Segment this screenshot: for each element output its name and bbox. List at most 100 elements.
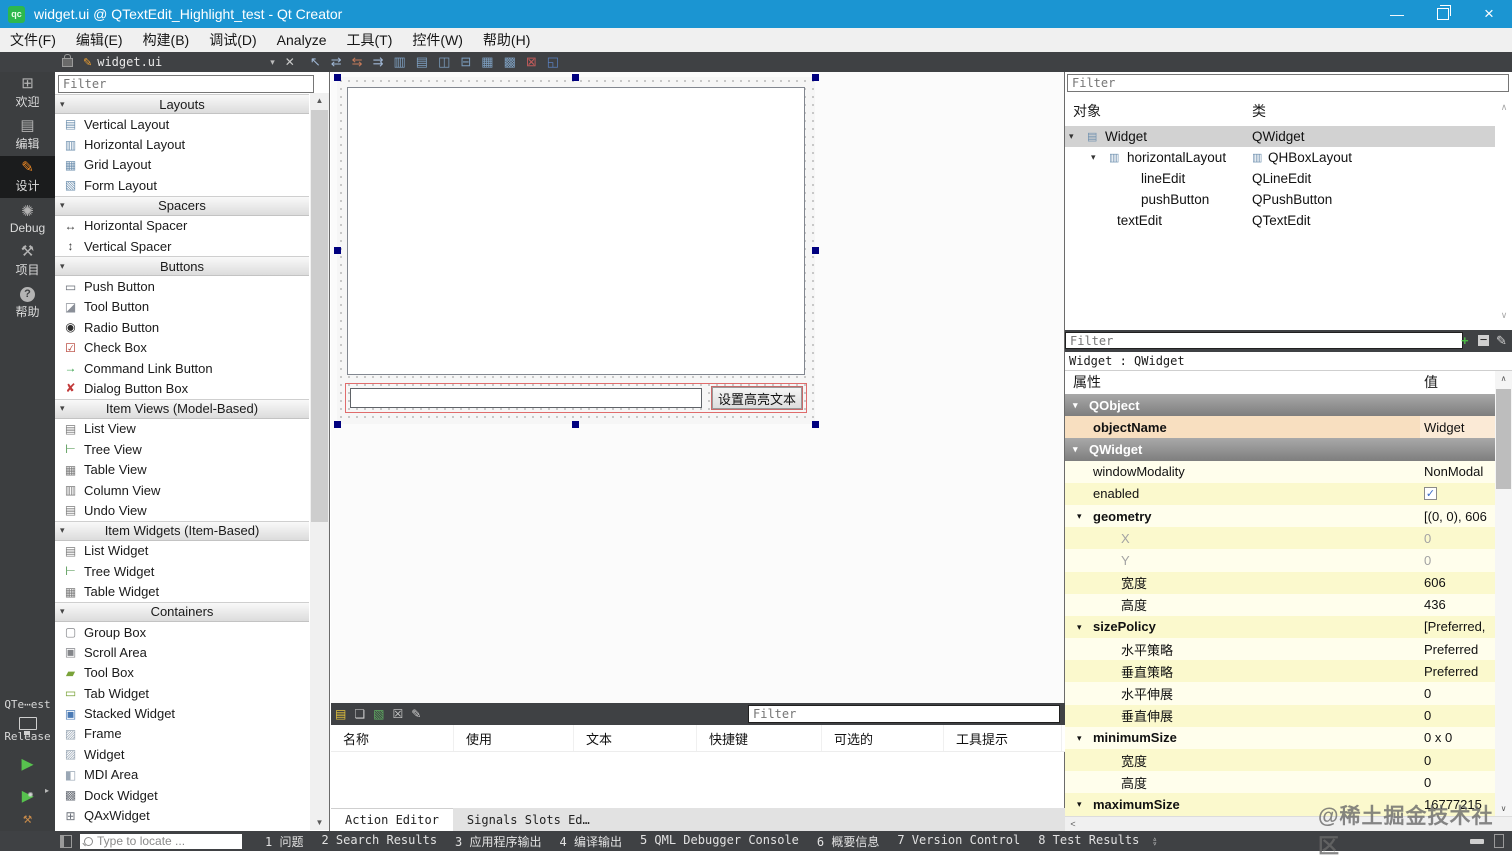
widget-item-command-link-button[interactable]: → Command Link Button [55, 357, 309, 379]
property-value[interactable]: NonModal [1420, 460, 1495, 483]
run-button[interactable]: ▶ [21, 751, 33, 775]
property-row-objectName[interactable]: objectName Widget [1065, 416, 1495, 439]
property-value[interactable]: 606 [1420, 571, 1495, 594]
section-header-4[interactable]: ▾ Item Widgets (Item-Based) [55, 520, 309, 541]
menu-item-5[interactable]: 工具(T) [336, 28, 402, 52]
property-value[interactable]: Widget [1420, 416, 1495, 439]
close-button[interactable]: × [1466, 0, 1512, 28]
action-editor-filter-input[interactable] [748, 705, 1060, 723]
scroll-down-icon[interactable]: ∨ [1497, 310, 1511, 321]
property-row-enabled[interactable]: enabled ✓ [1065, 482, 1495, 505]
restore-button[interactable] [1420, 0, 1466, 28]
widget-item-tool-box[interactable]: ▰ Tool Box [55, 662, 309, 683]
output-pane-8[interactable]: 8 Test Results [1029, 833, 1148, 850]
layout-split-vertical-icon[interactable]: ⊟ [460, 53, 471, 71]
scroll-down-icon[interactable]: ▼ [310, 815, 329, 830]
widget-item-group-box[interactable]: ▢ Group Box [55, 621, 309, 643]
form-editor-canvas[interactable]: 设置高亮文本 [331, 72, 1065, 703]
widget-item-grid-layout[interactable]: ▦ Grid Layout [55, 154, 309, 176]
action-column-4[interactable]: 可选的 [822, 725, 944, 751]
output-pane-1[interactable]: 1 问题 [256, 833, 312, 850]
section-header-0[interactable]: ▾ Layouts [55, 94, 309, 114]
output-pane-3[interactable]: 3 应用程序输出 [446, 833, 550, 850]
property-row-QObject[interactable]: ▾ QObject [1065, 394, 1495, 417]
widget-item-check-box[interactable]: ☑ Check Box [55, 337, 309, 358]
layout-split-horizontal-icon[interactable]: ◫ [438, 53, 450, 71]
pane-updown-icon[interactable]: ▵ ▿ [1152, 835, 1157, 848]
property-row-sizePolicy[interactable]: sizePolicy ▾ [Preferred, [1065, 615, 1495, 639]
layout-horizontal-icon[interactable]: ▥ [393, 53, 405, 71]
scroll-up-icon[interactable]: ▲ [310, 93, 329, 108]
action-column-5[interactable]: 工具提示 [944, 725, 1062, 751]
property-row-geometry[interactable]: geometry ▾ [(0, 0), 606 [1065, 504, 1495, 528]
widget-item-list-widget[interactable]: ▤ List Widget [55, 540, 309, 562]
selection-handle[interactable] [812, 247, 819, 254]
minimize-button[interactable]: — [1374, 0, 1420, 28]
widget-item-push-button[interactable]: ▭ Push Button [55, 276, 309, 297]
property-value[interactable]: 0 [1420, 771, 1495, 794]
menu-item-4[interactable]: Analyze [267, 28, 337, 52]
widget-item-dialog-button-box[interactable]: ✘ Dialog Button Box [55, 378, 309, 399]
edit-action-icon[interactable]: ❏ [354, 707, 365, 721]
new-action-icon[interactable]: ▤ [335, 707, 346, 721]
widget-item-horizontal-layout[interactable]: ▥ Horizontal Layout [55, 134, 309, 155]
section-header-3[interactable]: ▾ Item Views (Model-Based) [55, 398, 309, 419]
widget-item-tab-widget[interactable]: ▭ Tab Widget [55, 682, 309, 704]
widget-item-tree-widget[interactable]: ⊢ Tree Widget [55, 561, 309, 582]
chevron-down-icon[interactable]: ▾ [1077, 622, 1082, 633]
widget-item-dock-widget[interactable]: ▩ Dock Widget [55, 784, 309, 806]
inspector-row-lineEdit[interactable]: lineEdit QLineEdit [1065, 168, 1495, 189]
output-pane-4[interactable]: 4 编译输出 [551, 833, 631, 850]
selection-handle[interactable] [334, 247, 341, 254]
selection-handle[interactable] [572, 74, 579, 81]
property-value[interactable]: 0 [1420, 549, 1495, 572]
widget-item-mdi-area[interactable]: ◧ MDI Area [55, 764, 309, 785]
menu-item-3[interactable]: 调试(D) [199, 28, 266, 52]
textedit-widget[interactable] [347, 87, 805, 375]
layout-grid-icon[interactable]: ▦ [481, 53, 493, 71]
property-row-X[interactable]: X0 [1065, 527, 1495, 550]
inspector-row-pushButton[interactable]: pushButton QPushButton [1065, 189, 1495, 210]
checkbox-checked-icon[interactable]: ✓ [1424, 487, 1437, 501]
menu-item-2[interactable]: 构建(B) [133, 28, 200, 52]
kit-monitor-icon[interactable] [18, 717, 37, 733]
delete-action-icon[interactable]: ☒ [392, 707, 403, 721]
configure-property-editor-icon[interactable]: ✎ [1496, 333, 1507, 349]
property-row-宽度[interactable]: 宽度 0 [1065, 749, 1495, 772]
object-inspector-filter-input[interactable] [1067, 74, 1509, 92]
mode-编辑[interactable]: ▤ 编辑 [0, 114, 55, 156]
inspector-row-textEdit[interactable]: textEdit QTextEdit [1065, 210, 1495, 231]
menu-item-6[interactable]: 控件(W) [402, 28, 473, 52]
property-value[interactable]: [(0, 0), 606 [1420, 504, 1495, 528]
widget-item-vertical-spacer[interactable]: ↕ Vertical Spacer [55, 235, 309, 257]
property-value[interactable]: Preferred [1420, 638, 1495, 661]
property-value[interactable]: 0 [1420, 527, 1495, 550]
edit-buddies-icon[interactable]: ⇆ [352, 53, 363, 71]
form-widget[interactable]: 设置高亮文本 [337, 77, 815, 424]
section-header-5[interactable]: ▾ Containers [55, 601, 309, 622]
menu-item-0[interactable]: 文件(F) [0, 28, 66, 52]
chevron-down-icon[interactable]: ▾ [1077, 511, 1082, 522]
menu-item-7[interactable]: 帮助(H) [473, 28, 540, 52]
pushbutton-widget[interactable]: 设置高亮文本 [711, 386, 803, 410]
action-column-2[interactable]: 文本 [574, 725, 697, 751]
widget-item-frame[interactable]: ▨ Frame [55, 723, 309, 745]
widget-item-scroll-area[interactable]: ▣ Scroll Area [55, 642, 309, 663]
widget-item-horizontal-spacer[interactable]: ↔ Horizontal Spacer [55, 215, 309, 236]
widget-item-tree-view[interactable]: ⊢ Tree View [55, 439, 309, 460]
edit-widgets-icon[interactable]: ↖ [310, 53, 321, 71]
mode-项目[interactable]: ⚒ 项目 [0, 240, 55, 282]
output-pane-5[interactable]: 5 QML Debugger Console [631, 833, 808, 850]
section-header-1[interactable]: ▾ Spacers [55, 195, 309, 216]
chevron-down-icon[interactable]: ▾ [1073, 394, 1078, 416]
scroll-up-icon[interactable]: ∧ [1497, 102, 1511, 113]
lineedit-widget[interactable] [350, 388, 702, 408]
property-value[interactable]: ✓ [1420, 482, 1495, 505]
action-column-0[interactable]: 名称 [331, 725, 454, 751]
build-button[interactable]: ⚒ [23, 809, 32, 827]
open-document-name[interactable]: widget.ui [97, 55, 162, 69]
locator-input[interactable]: Type to locate ... [80, 833, 242, 849]
widget-box-filter-input[interactable] [58, 75, 314, 93]
tab-action-editor[interactable]: Action Editor [331, 808, 453, 831]
close-document-icon[interactable]: ✕ [285, 55, 295, 69]
